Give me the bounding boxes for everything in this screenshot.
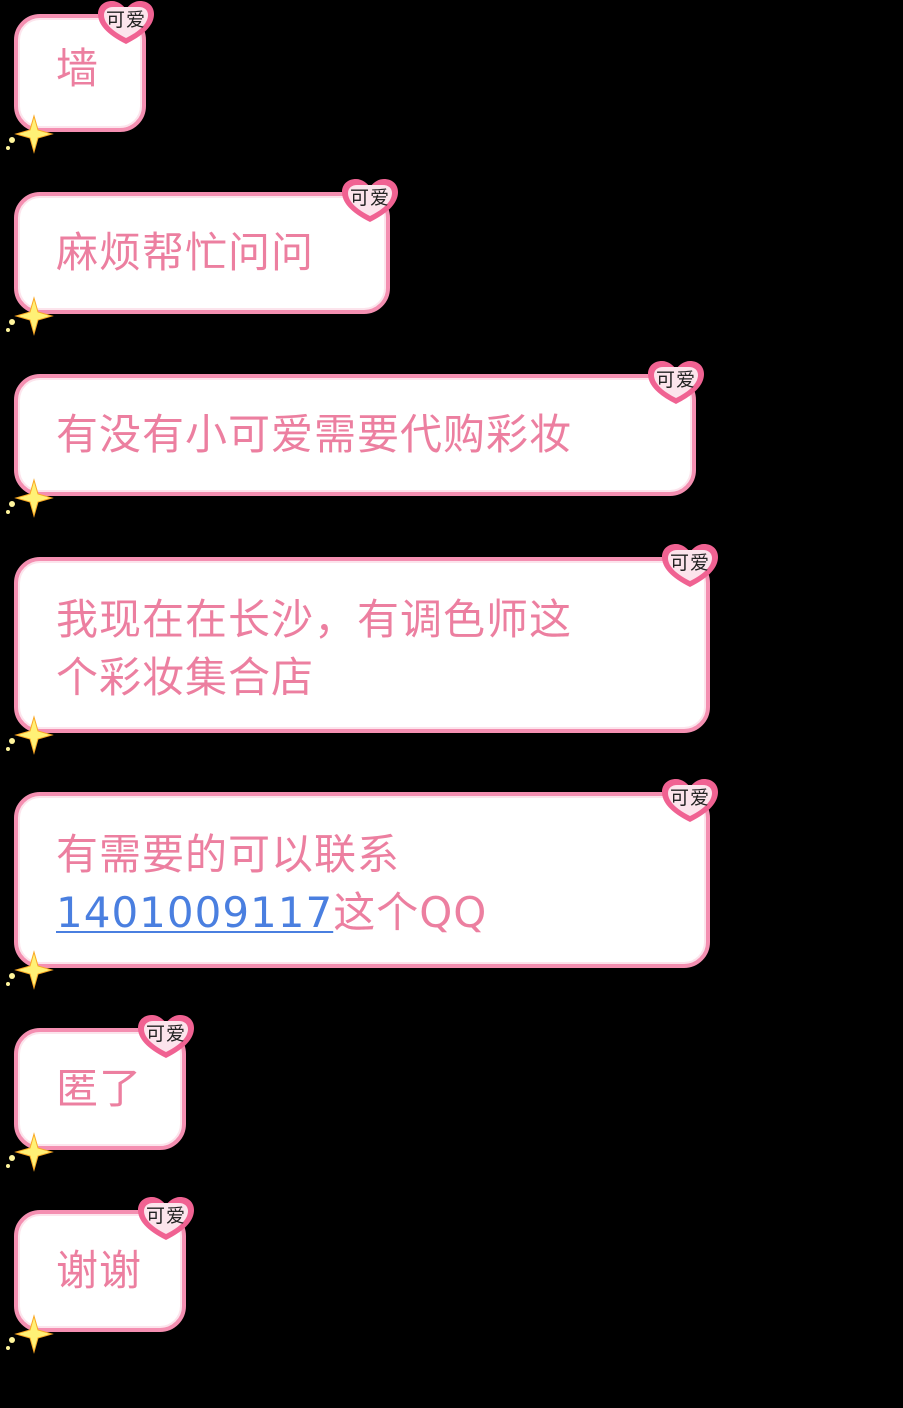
sparkle-icon (6, 715, 54, 755)
heart-badge: 可爱 (136, 1196, 196, 1242)
message-bubble: 有需要的可以联系 1401009117这个QQ 可爱 (6, 779, 718, 990)
message-bubble: 匿了 可爱 (6, 1015, 194, 1172)
sparkle-icon (6, 1132, 54, 1172)
badge-label: 可爱 (669, 787, 710, 809)
message-text-line-1: 有需要的可以联系 (56, 830, 401, 879)
badge-label: 可爱 (655, 369, 696, 391)
message-text: 麻烦帮忙问问 (56, 228, 315, 277)
message-text-line-2: 个彩妆集合店 (56, 653, 315, 702)
message-text: 墙 (56, 44, 100, 93)
sparkle-icon (6, 478, 54, 518)
badge-label: 可爱 (145, 1023, 186, 1045)
sparkle-icon (6, 114, 54, 154)
message-bubble-1[interactable]: 墙 可爱 (6, 1, 154, 154)
sparkle-icon (6, 296, 54, 336)
message-bubble: 墙 可爱 (6, 1, 154, 154)
badge-label: 可爱 (669, 552, 710, 574)
message-text: 匿了 (56, 1064, 143, 1113)
badge-label: 可爱 (105, 9, 146, 31)
heart-badge: 可爱 (96, 0, 156, 46)
message-bubble: 谢谢 可爱 (6, 1197, 194, 1354)
heart-badge: 可爱 (660, 778, 720, 824)
message-bubble: 麻烦帮忙问问 可爱 (6, 179, 398, 336)
message-bubble-2[interactable]: 麻烦帮忙问问 可爱 (6, 179, 398, 336)
message-text-line-1: 我现在在长沙，有调色师这 (56, 595, 573, 644)
heart-badge: 可爱 (340, 178, 400, 224)
message-text: 谢谢 (56, 1246, 143, 1295)
message-bubble-3[interactable]: 有没有小可爱需要代购彩妆 可爱 (6, 361, 704, 518)
message-text-suffix: 这个QQ (333, 888, 488, 937)
message-bubble-5[interactable]: 有需要的可以联系 1401009117这个QQ 可爱 (6, 779, 718, 990)
heart-badge: 可爱 (136, 1014, 196, 1060)
heart-badge: 可爱 (660, 543, 720, 589)
message-bubble-6[interactable]: 匿了 可爱 (6, 1015, 194, 1172)
message-bubble: 有没有小可爱需要代购彩妆 可爱 (6, 361, 704, 518)
message-bubble-4[interactable]: 我现在在长沙，有调色师这 个彩妆集合店 可爱 (6, 544, 718, 755)
message-bubble: 我现在在长沙，有调色师这 个彩妆集合店 可爱 (6, 544, 718, 755)
message-text: 有没有小可爱需要代购彩妆 (56, 410, 573, 459)
message-bubble-7[interactable]: 谢谢 可爱 (6, 1197, 194, 1354)
badge-label: 可爱 (349, 187, 390, 209)
qq-number-link[interactable]: 1401009117 (56, 888, 333, 937)
sparkle-icon (6, 1314, 54, 1354)
sparkle-icon (6, 950, 54, 990)
heart-badge: 可爱 (646, 360, 706, 406)
message-text-line-2: 1401009117这个QQ (56, 884, 706, 942)
chat-thread: 墙 可爱 麻烦帮忙问问 可爱 有没有小可爱需要代购彩妆 可爱 我现在在长沙，有调… (0, 0, 903, 1408)
badge-label: 可爱 (145, 1205, 186, 1227)
